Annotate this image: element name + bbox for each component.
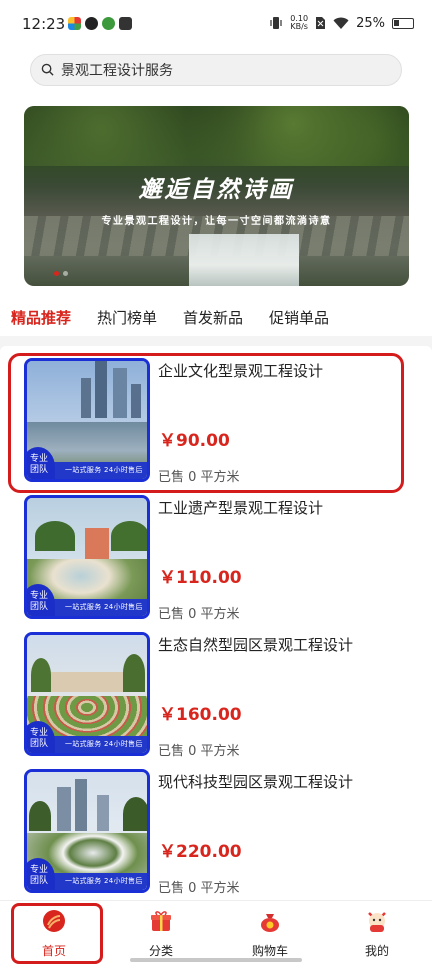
status-bar: 12:23 0.10 KB/s 25% bbox=[0, 0, 432, 50]
product-sold: 已售 0 平方米 bbox=[158, 881, 240, 896]
nav-label: 购物车 bbox=[251, 944, 288, 958]
money-bag-icon bbox=[261, 914, 279, 932]
team-badge: 专业团队 bbox=[27, 584, 55, 616]
gesture-bar[interactable] bbox=[130, 958, 302, 962]
sim-icon bbox=[316, 17, 326, 29]
app-notification-icon bbox=[68, 17, 81, 30]
product-sold: 已售 0 平方米 bbox=[158, 607, 240, 622]
banner-pagination bbox=[54, 271, 68, 276]
product-price: ￥160.00 bbox=[159, 705, 242, 725]
product-image[interactable]: 一站式服务 24小时售后 专业团队 bbox=[24, 495, 150, 619]
product-sold: 已售 0 平方米 bbox=[158, 744, 240, 759]
team-badge: 专业团队 bbox=[27, 858, 55, 890]
tab-hot-ranking[interactable]: 热门榜单 bbox=[97, 300, 157, 328]
banner-title: 邂逅自然诗画 bbox=[138, 177, 295, 203]
product-name[interactable]: 现代科技型园区景观工程设计 bbox=[158, 771, 353, 792]
product-price: ￥110.00 bbox=[159, 568, 242, 588]
product-card[interactable]: 一站式服务 24小时售后 专业团队 生态自然型园区景观工程设计 ￥160.00 … bbox=[24, 632, 414, 759]
search-bar[interactable]: 景观工程设计服务 bbox=[30, 54, 402, 86]
nav-label: 分类 bbox=[148, 944, 173, 958]
product-image[interactable]: 一站式服务 24小时售后 专业团队 bbox=[24, 632, 150, 756]
banner-dot[interactable] bbox=[63, 271, 68, 276]
gift-box-icon bbox=[151, 911, 171, 931]
message-icon bbox=[119, 17, 132, 30]
banner-subtitle: 专业景观工程设计，让每一寸空间都流淌诗意 bbox=[101, 216, 332, 227]
highlight-box bbox=[8, 353, 404, 493]
product-image[interactable]: 一站式服务 24小时售后 专业团队 bbox=[24, 769, 150, 893]
product-price: ￥220.00 bbox=[159, 842, 242, 862]
product-name[interactable]: 工业遗产型景观工程设计 bbox=[158, 497, 323, 518]
header-section: 景观工程设计服务 邂逅自然诗画 专业景观工程设计，让每一寸空间都流淌诗意 bbox=[0, 50, 432, 300]
tab-featured[interactable]: 精品推荐 bbox=[11, 300, 71, 328]
app-notification-icon bbox=[85, 17, 98, 30]
wifi-icon bbox=[333, 17, 349, 29]
tab-new-arrivals[interactable]: 首发新品 bbox=[183, 300, 243, 328]
team-badge: 专业团队 bbox=[27, 721, 55, 753]
category-tabs: 精品推荐 热门榜单 首发新品 促销单品 bbox=[0, 300, 432, 336]
battery-percent: 25% bbox=[356, 15, 385, 31]
search-text: 景观工程设计服务 bbox=[61, 63, 173, 79]
notification-icons bbox=[68, 17, 132, 30]
fortune-cat-icon bbox=[368, 912, 386, 932]
battery-icon bbox=[392, 17, 414, 29]
status-time: 12:23 bbox=[22, 15, 66, 33]
banner-image bbox=[24, 106, 409, 166]
highlight-box bbox=[11, 903, 103, 964]
nav-label: 我的 bbox=[364, 944, 389, 958]
app-notification-icon bbox=[102, 17, 115, 30]
system-indicators: 0.10 KB/s 25% bbox=[269, 15, 414, 31]
nav-profile[interactable]: 我的 bbox=[342, 909, 412, 959]
net-speed: 0.10 KB/s bbox=[290, 14, 309, 31]
nav-category[interactable]: 分类 bbox=[126, 909, 196, 959]
product-name[interactable]: 生态自然型园区景观工程设计 bbox=[158, 634, 353, 655]
nav-cart[interactable]: 购物车 bbox=[235, 909, 305, 959]
promo-banner[interactable]: 邂逅自然诗画 专业景观工程设计，让每一寸空间都流淌诗意 bbox=[24, 106, 409, 286]
product-card[interactable]: 一站式服务 24小时售后 专业团队 工业遗产型景观工程设计 ￥110.00 已售… bbox=[24, 495, 414, 622]
vibrate-icon bbox=[270, 17, 282, 29]
tab-promotions[interactable]: 促销单品 bbox=[269, 300, 329, 328]
search-icon bbox=[41, 63, 54, 76]
banner-dot-active[interactable] bbox=[54, 271, 59, 276]
product-card[interactable]: 一站式服务 24小时售后 专业团队 现代科技型园区景观工程设计 ￥220.00 … bbox=[24, 769, 414, 896]
